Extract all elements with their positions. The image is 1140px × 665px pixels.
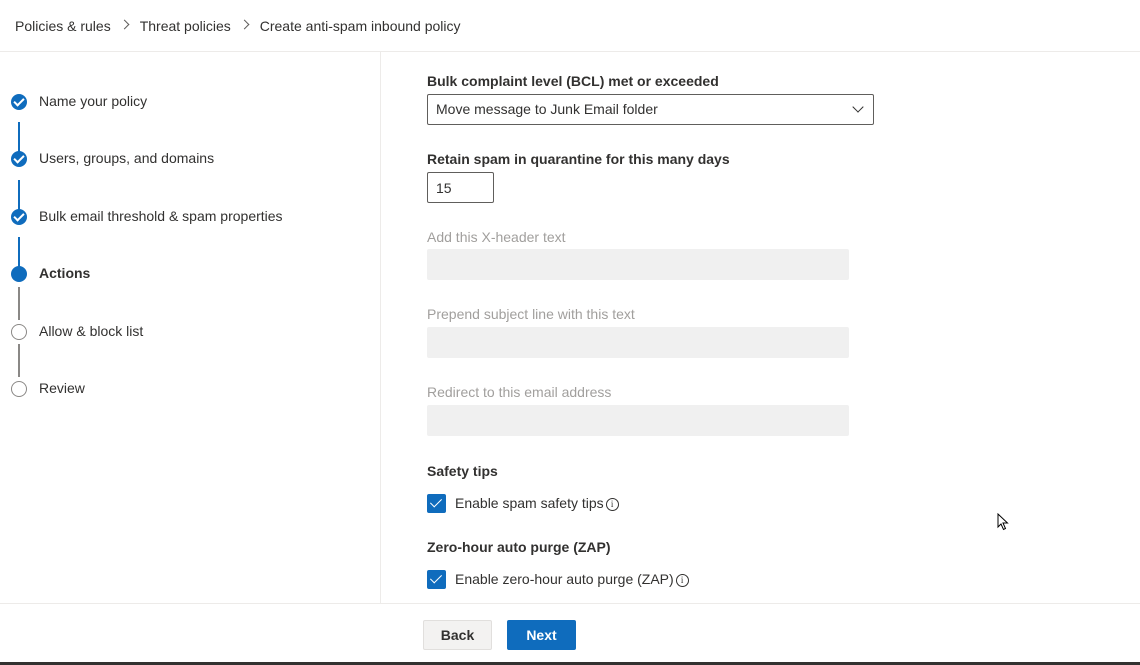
breadcrumb-current-page: Create anti-spam inbound policy [259,17,461,34]
back-button[interactable]: Back [423,620,492,650]
redirect-email-input [427,405,849,436]
zap-checkbox-row[interactable]: Enable zero-hour auto purge (ZAP) i [427,569,689,589]
actions-form: Bulk complaint level (BCL) met or exceed… [382,52,1140,603]
xheader-label: Add this X-header text [427,229,566,245]
step-label: Name your policy [39,93,148,109]
safety-tips-title: Safety tips [427,463,498,479]
next-button[interactable]: Next [507,620,576,650]
zap-checkbox[interactable] [427,569,446,589]
wizard-footer: Back Next [0,603,1140,665]
step-connector [18,287,20,320]
retain-days-label: Retain spam in quarantine for this many … [427,151,730,167]
chevron-right-icon [119,19,130,30]
mouse-cursor-icon [997,513,1009,531]
step-connector [18,344,20,377]
checkmark-circle-icon [11,151,27,167]
safety-tips-checkbox-label: Enable spam safety tips [455,495,604,511]
breadcrumb-threat-policies[interactable]: Threat policies [140,18,231,34]
redirect-email-label: Redirect to this email address [427,384,612,400]
empty-circle-icon [11,381,27,397]
breadcrumb: Policies & rules Threat policies Create … [0,0,1140,52]
step-label: Actions [39,265,91,281]
zap-title: Zero-hour auto purge (ZAP) [427,539,611,555]
safety-tips-checkbox-row[interactable]: Enable spam safety tips i [427,493,619,513]
step-label: Bulk email threshold & spam properties [39,208,283,224]
chevron-right-icon [239,19,250,30]
wizard-steps-panel: Name your policy Users, groups, and doma… [0,52,381,603]
chevron-down-icon [852,101,864,113]
zap-checkbox-label: Enable zero-hour auto purge (ZAP) [455,571,674,587]
breadcrumb-policies-rules[interactable]: Policies & rules [15,18,111,34]
step-label: Review [39,380,85,396]
checkmark-circle-icon [11,94,27,110]
prepend-subject-input [427,327,849,358]
step-label: Users, groups, and domains [39,150,215,166]
safety-tips-checkbox[interactable] [427,493,446,513]
empty-circle-icon [11,324,27,340]
step-label: Allow & block list [39,323,144,339]
checkmark-circle-icon [11,209,27,225]
prepend-subject-label: Prepend subject line with this text [427,306,635,322]
info-icon[interactable]: i [675,573,689,587]
bcl-label: Bulk complaint level (BCL) met or exceed… [427,73,719,89]
xheader-input [427,249,849,280]
retain-days-input[interactable] [427,172,494,203]
current-step-dot-icon [11,266,27,282]
bcl-action-dropdown[interactable]: Move message to Junk Email folder [427,94,874,125]
info-icon[interactable]: i [605,497,619,511]
bcl-selected-value: Move message to Junk Email folder [436,101,658,117]
